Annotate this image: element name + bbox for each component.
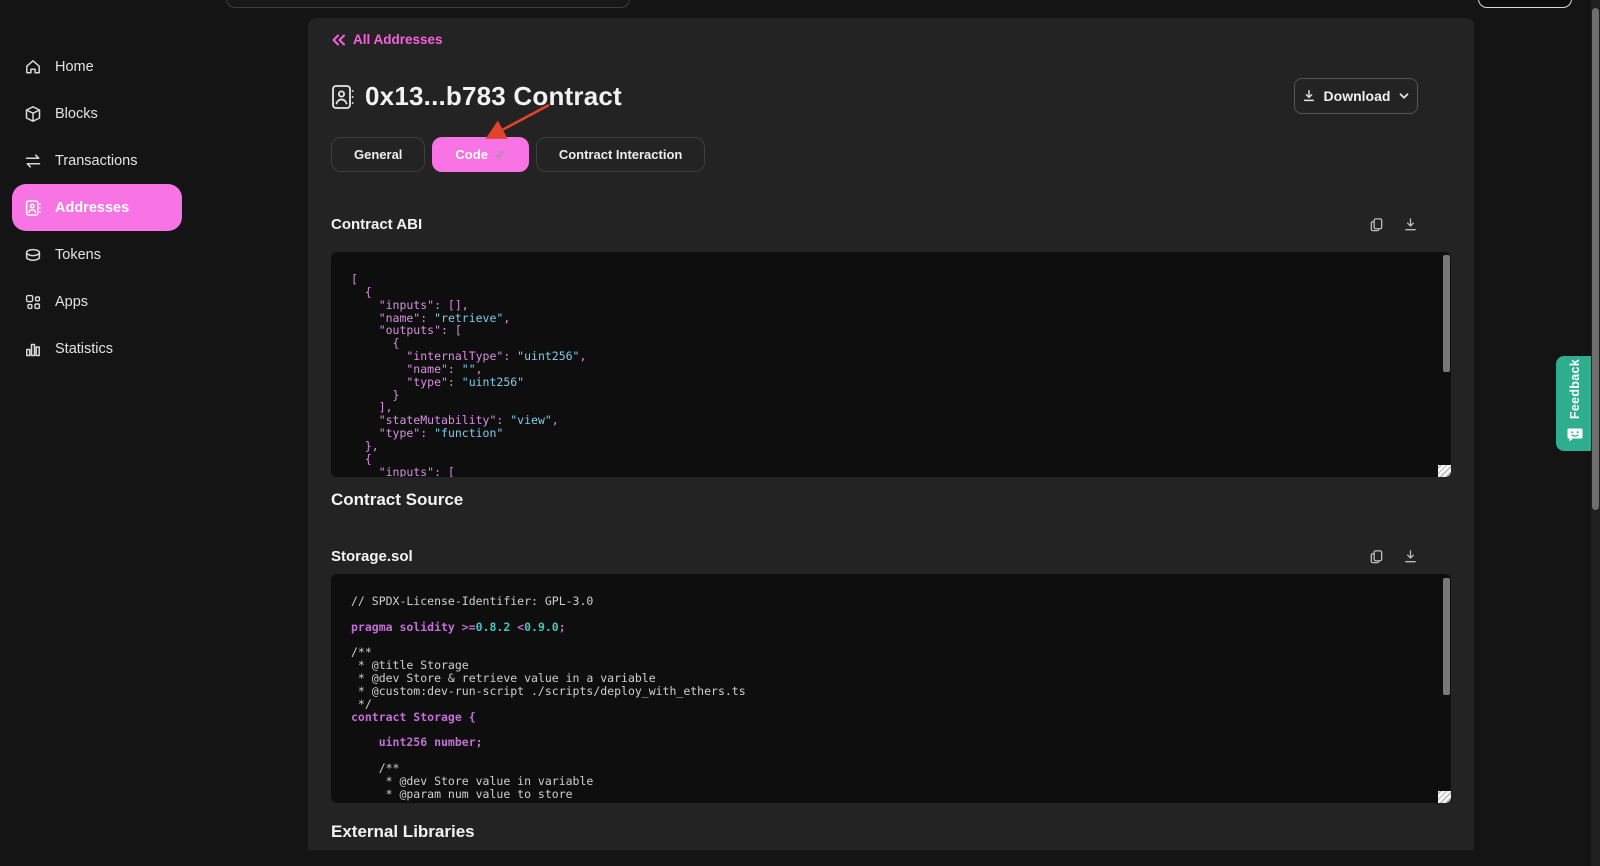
sidebar-item-label: Tokens <box>55 247 101 263</box>
tab-contract-interaction[interactable]: Contract Interaction <box>536 137 706 172</box>
sidebar-item-label: Blocks <box>55 106 98 122</box>
download-icon <box>1302 89 1316 103</box>
tab-label: Code <box>455 147 488 162</box>
sidebar-item-transactions[interactable]: Transactions <box>12 137 182 184</box>
tab-label: Contract Interaction <box>559 147 683 162</box>
source-file-name: Storage.sol <box>331 548 413 565</box>
contract-abi-code[interactable]: [ { "inputs": [], "name": "retrieve", "o… <box>331 252 1451 477</box>
sidebar-item-apps[interactable]: Apps <box>12 278 182 325</box>
source-file-actions <box>1369 549 1418 564</box>
chevron-down-icon <box>1398 90 1410 102</box>
source-code-scrollbar[interactable] <box>1443 578 1450 695</box>
apps-grid-icon <box>24 293 42 311</box>
abi-code-scrollbar[interactable] <box>1443 255 1450 372</box>
title-row: 0x13...b783 Contract <box>331 81 622 112</box>
transfer-arrows-icon <box>24 152 42 170</box>
source-file-header: Storage.sol <box>331 548 1451 565</box>
page-scrollbar[interactable] <box>1591 0 1600 866</box>
contract-abi-actions <box>1369 217 1418 232</box>
download-icon[interactable] <box>1403 549 1418 564</box>
section-title-external-libraries: External Libraries <box>331 822 475 842</box>
double-chevron-left-icon <box>331 33 346 47</box>
download-label: Download <box>1324 88 1391 104</box>
checkmark-icon: ✓ <box>495 147 506 163</box>
tab-code[interactable]: Code ✓ <box>432 137 528 172</box>
sidebar-item-label: Home <box>55 59 94 75</box>
sidebar-item-home[interactable]: Home <box>12 43 182 90</box>
sidebar-item-addresses[interactable]: Addresses <box>12 184 182 231</box>
breadcrumb-label: All Addresses <box>353 32 443 47</box>
page: Home Blocks Transactions Addresses Token… <box>0 0 1600 866</box>
top-right-button[interactable] <box>1478 0 1572 8</box>
source-resize-grip[interactable] <box>1438 791 1451 803</box>
page-title: 0x13...b783 Contract <box>365 81 622 112</box>
download-icon[interactable] <box>1403 217 1418 232</box>
tab-bar: General Code ✓ Contract Interaction <box>331 137 705 172</box>
sidebar-item-statistics[interactable]: Statistics <box>12 325 182 372</box>
contract-abi-json: [ { "inputs": [], "name": "retrieve", "o… <box>331 252 1451 477</box>
bar-chart-icon <box>24 340 42 358</box>
sidebar-item-label: Apps <box>55 294 88 310</box>
feedback-smiley-icon <box>1567 427 1583 442</box>
sidebar-item-label: Addresses <box>55 200 129 216</box>
copy-icon[interactable] <box>1369 217 1384 232</box>
feedback-label: Feedback <box>1568 359 1582 419</box>
contract-source-code[interactable]: // SPDX-License-Identifier: GPL-3.0 prag… <box>331 574 1451 803</box>
page-scrollbar-thumb[interactable] <box>1592 8 1599 510</box>
feedback-button[interactable]: Feedback <box>1556 356 1593 451</box>
sidebar-item-label: Transactions <box>55 153 137 169</box>
coin-icon <box>24 246 42 264</box>
contract-abi-header: Contract ABI <box>331 216 1451 233</box>
sidebar-item-blocks[interactable]: Blocks <box>12 90 182 137</box>
address-book-icon <box>24 199 42 217</box>
copy-icon[interactable] <box>1369 549 1384 564</box>
tab-label: General <box>354 147 402 162</box>
section-title-contract-abi: Contract ABI <box>331 216 422 233</box>
home-icon <box>24 58 42 76</box>
cube-icon <box>24 105 42 123</box>
download-button[interactable]: Download <box>1294 78 1418 114</box>
sidebar: Home Blocks Transactions Addresses Token… <box>0 0 308 866</box>
breadcrumb-all-addresses[interactable]: All Addresses <box>331 32 443 47</box>
address-contact-icon <box>331 84 354 110</box>
tab-general[interactable]: General <box>331 137 425 172</box>
section-title-contract-source: Contract Source <box>331 490 463 510</box>
storage-sol-source: // SPDX-License-Identifier: GPL-3.0 prag… <box>331 574 1451 801</box>
sidebar-item-tokens[interactable]: Tokens <box>12 231 182 278</box>
main-panel: All Addresses 0x13...b783 Contract Downl… <box>308 18 1474 850</box>
sidebar-item-label: Statistics <box>55 341 113 357</box>
sidebar-nav: Home Blocks Transactions Addresses Token… <box>12 43 182 372</box>
abi-resize-grip[interactable] <box>1438 465 1451 477</box>
